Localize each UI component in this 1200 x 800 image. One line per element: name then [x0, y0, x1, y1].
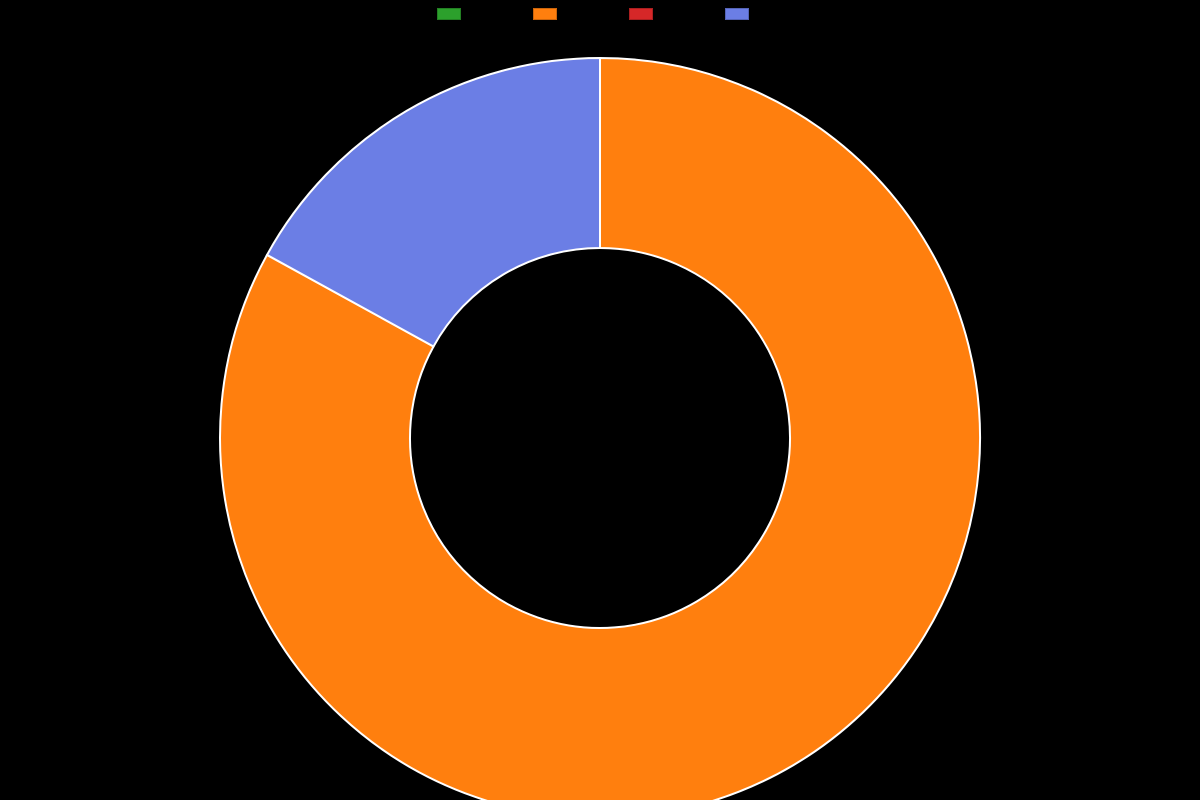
- legend-swatch-3: [725, 8, 749, 20]
- legend-swatch-1: [533, 8, 557, 20]
- donut-slices: [220, 58, 980, 800]
- legend-item-1: [533, 8, 571, 20]
- legend-swatch-2: [629, 8, 653, 20]
- legend-swatch-0: [437, 8, 461, 20]
- legend-item-3: [725, 8, 763, 20]
- chart-legend: [0, 8, 1200, 20]
- donut-svg: [0, 28, 1200, 800]
- legend-item-2: [629, 8, 667, 20]
- donut-chart: [0, 28, 1200, 800]
- legend-item-0: [437, 8, 475, 20]
